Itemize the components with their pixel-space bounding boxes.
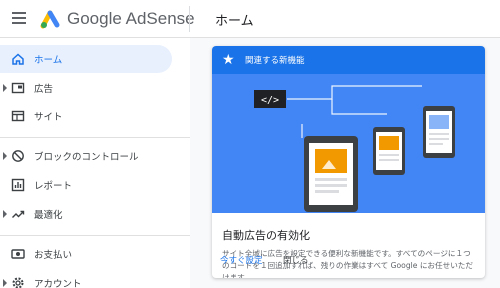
expand-caret-icon[interactable]: [3, 279, 7, 287]
sidebar-item-blocking-controls[interactable]: ブロックのコントロール: [0, 142, 172, 170]
sidebar-item-label: サイト: [34, 112, 63, 123]
sidebar-item-label: ホーム: [34, 55, 63, 66]
close-button[interactable]: 閉じる: [283, 254, 309, 266]
sites-icon: [11, 110, 25, 122]
expand-caret-icon[interactable]: [3, 152, 7, 160]
expand-caret-icon[interactable]: [3, 210, 7, 218]
optimization-icon: [12, 210, 25, 218]
setup-now-button[interactable]: 今すぐ設定: [220, 254, 263, 266]
expand-caret-icon[interactable]: [3, 84, 7, 92]
sidebar-item-label: アカウント: [34, 279, 82, 288]
sidebar-item-label: 広告: [34, 84, 54, 95]
menu-icon[interactable]: [12, 12, 26, 24]
ads-icon: [11, 82, 25, 94]
sidebar-item-label: お支払い: [34, 250, 73, 261]
feature-card: ★ 関連する新機能 </> 自動広告の有効化 サイト全域に広告を設定できる便利な…: [212, 46, 485, 278]
page-title: ホーム: [215, 14, 254, 29]
card-tag: 関連する新機能: [245, 56, 305, 66]
auto-ads-illustration: </>: [212, 74, 485, 213]
sidebar-item-reports[interactable]: レポート: [0, 171, 172, 199]
brand-name: Google AdSense: [67, 9, 195, 28]
sidebar-item-sites[interactable]: サイト: [0, 102, 172, 130]
sidebar-divider: [0, 137, 190, 138]
star-icon: ★: [222, 52, 235, 68]
adsense-logo-icon: [40, 10, 60, 29]
gear-icon: [12, 277, 24, 288]
sidebar-item-label: レポート: [34, 181, 73, 192]
sidebar: ホーム 広告 サイト ブロックのコントロール レポート 最適化 お支払い アカウ…: [0, 38, 190, 288]
sidebar-item-payments[interactable]: お支払い: [0, 240, 172, 268]
sidebar-item-home[interactable]: ホーム: [0, 45, 172, 73]
sidebar-item-label: ブロックのコントロール: [34, 152, 139, 163]
block-icon: [12, 150, 24, 162]
top-app-bar: Google AdSense ホーム: [0, 0, 500, 38]
sidebar-item-label: 最適化: [34, 210, 63, 221]
svg-text:</>: </>: [261, 95, 279, 106]
reports-icon: [11, 178, 25, 192]
sidebar-divider: [0, 235, 190, 236]
card-title: 自動広告の有効化: [222, 229, 310, 242]
header-divider: [189, 6, 190, 32]
sidebar-item-ads[interactable]: 広告: [0, 74, 172, 102]
home-icon: [12, 53, 24, 65]
sidebar-item-account[interactable]: アカウント: [0, 269, 172, 288]
sidebar-item-optimization[interactable]: 最適化: [0, 200, 172, 228]
card-header: ★ 関連する新機能: [212, 46, 485, 74]
payments-icon: [11, 249, 25, 259]
